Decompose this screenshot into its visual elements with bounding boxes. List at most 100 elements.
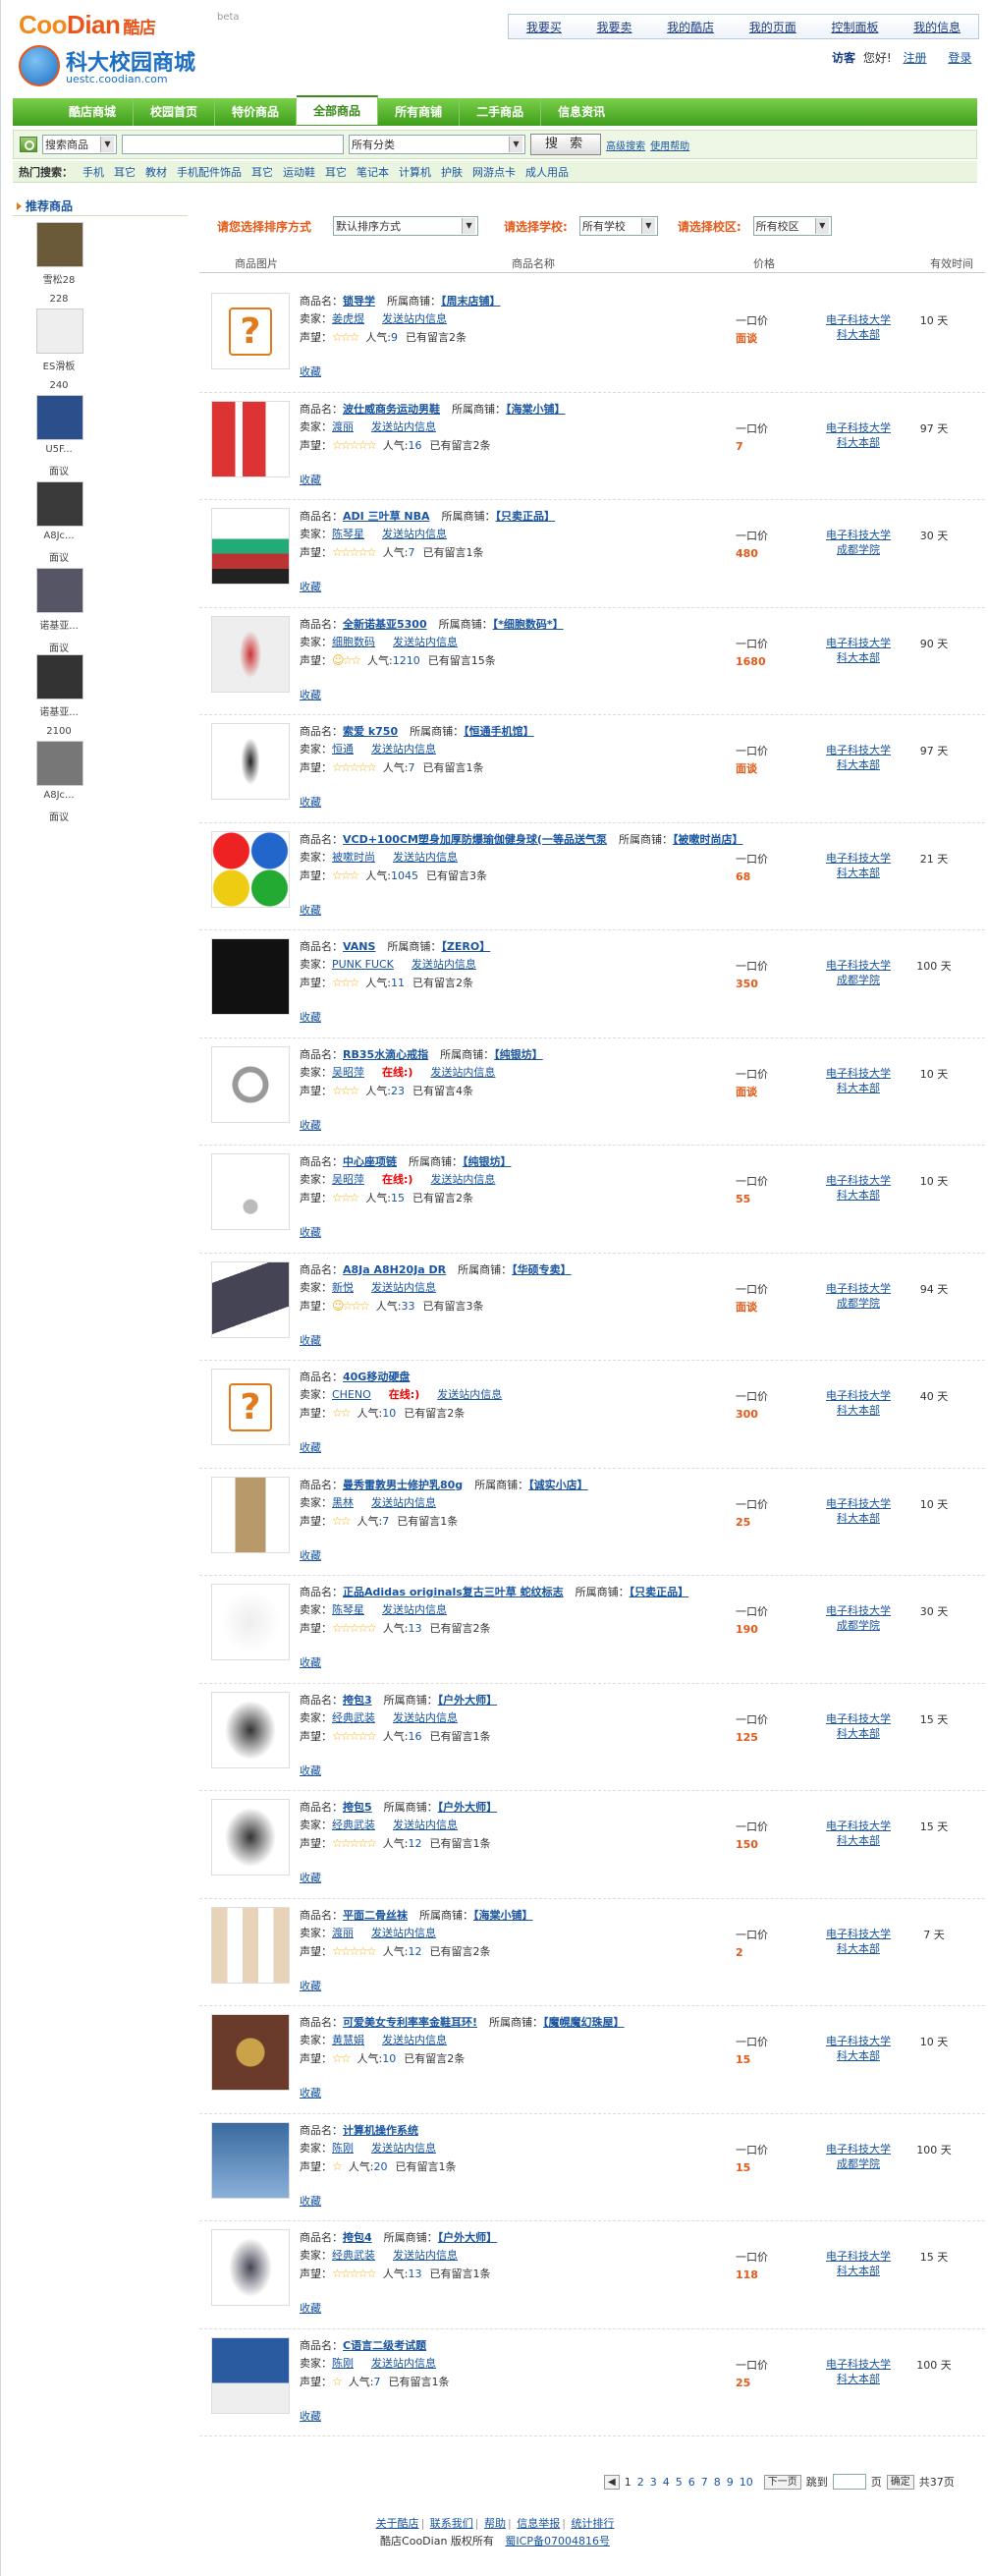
seller-link[interactable]: 黑林: [332, 1496, 354, 1509]
shop-link[interactable]: 【周末店铺】: [441, 295, 501, 308]
campus-link[interactable]: 科大本部: [837, 758, 880, 771]
shop-link[interactable]: 【户外大师】: [438, 1694, 498, 1707]
favorite-link[interactable]: 收藏: [300, 687, 321, 702]
page-input[interactable]: [832, 2474, 866, 2490]
topnav-mystore[interactable]: 我的酷店: [667, 19, 714, 35]
topnav-sell[interactable]: 我要卖: [596, 19, 631, 35]
product-image[interactable]: [211, 1906, 290, 1984]
seller-link[interactable]: 经典武装: [332, 1711, 375, 1724]
seller-link[interactable]: 陈琴星: [332, 1603, 364, 1616]
hot-item[interactable]: 运动鞋: [283, 164, 315, 180]
product-image[interactable]: [211, 1799, 290, 1876]
favorite-link[interactable]: 收藏: [300, 1763, 321, 1778]
page-link[interactable]: 8: [714, 2476, 721, 2489]
product-image[interactable]: [211, 1045, 290, 1123]
product-name-link[interactable]: 正品Adidas originals复古三叶草 蛇纹标志: [343, 1586, 564, 1598]
product-name-link[interactable]: 锁导学: [343, 295, 375, 308]
seller-link[interactable]: PUNK FUCK: [332, 958, 394, 971]
send-message-link[interactable]: 发送站内信息: [371, 1927, 436, 1939]
campus-link[interactable]: 成都学院: [837, 1297, 880, 1310]
favorite-link[interactable]: 收藏: [300, 1224, 321, 1240]
footer-report[interactable]: 信息举报: [517, 2517, 560, 2530]
favorite-link[interactable]: 收藏: [300, 2408, 321, 2424]
sidebar-product[interactable]: U5F... 面议: [21, 395, 107, 481]
school-link[interactable]: 电子科技大学: [826, 1389, 891, 1402]
seller-link[interactable]: 新悦: [332, 1281, 354, 1294]
product-thumbnail[interactable]: [36, 654, 83, 700]
product-name-link[interactable]: 挎包4: [343, 2231, 372, 2244]
product-image[interactable]: [211, 2014, 290, 2091]
send-message-link[interactable]: 发送站内信息: [430, 1066, 495, 1079]
send-message-link[interactable]: 发送站内信息: [382, 1603, 447, 1616]
campus-link[interactable]: 成都学院: [837, 974, 880, 986]
footer-about[interactable]: 关于酷店: [376, 2517, 419, 2530]
school-link[interactable]: 电子科技大学: [826, 1928, 891, 1940]
hot-item[interactable]: 耳它: [114, 164, 136, 180]
school-link[interactable]: 电子科技大学: [826, 1282, 891, 1295]
product-image[interactable]: [211, 508, 290, 585]
product-thumbnail[interactable]: [36, 741, 83, 786]
product-image[interactable]: [211, 830, 290, 908]
shop-link[interactable]: 【诚实小店】: [528, 1479, 588, 1491]
category-select[interactable]: 所有分类 ▼: [349, 135, 525, 154]
footer-contact[interactable]: 联系我们: [430, 2517, 473, 2530]
favorite-link[interactable]: 收藏: [300, 1547, 321, 1563]
search-button[interactable]: 搜 索: [530, 134, 602, 155]
product-name-link[interactable]: A8Ja A8H20Ja DR: [343, 1263, 446, 1276]
school-link[interactable]: 电子科技大学: [826, 421, 891, 434]
shop-link[interactable]: 【纯银坊】: [463, 1155, 512, 1168]
search-input[interactable]: [122, 135, 344, 154]
product-image[interactable]: [211, 723, 290, 800]
seller-link[interactable]: 吴昭萍: [332, 1066, 364, 1079]
campus-link[interactable]: 科大本部: [837, 1082, 880, 1094]
send-message-link[interactable]: 发送站内信息: [371, 420, 436, 433]
hot-item[interactable]: 成人用品: [525, 164, 569, 180]
send-message-link[interactable]: 发送站内信息: [371, 743, 436, 756]
advanced-search-link[interactable]: 高级搜索: [606, 138, 645, 152]
help-link[interactable]: 使用帮助: [650, 138, 689, 152]
product-image[interactable]: [211, 2336, 290, 2414]
shop-link[interactable]: 【只卖正品】: [630, 1586, 689, 1598]
seller-link[interactable]: 陈琴星: [332, 528, 364, 540]
nav-second-hand[interactable]: 二手商品: [460, 98, 542, 126]
page-link[interactable]: 10: [740, 2476, 753, 2489]
sidebar-product[interactable]: A8Jc... 面议: [21, 481, 107, 568]
send-message-link[interactable]: 发送站内信息: [393, 1711, 458, 1724]
seller-link[interactable]: 经典武装: [332, 2249, 375, 2262]
send-message-link[interactable]: 发送站内信息: [393, 636, 458, 648]
topnav-control[interactable]: 控制面板: [831, 19, 878, 35]
school-link[interactable]: 电子科技大学: [826, 2358, 891, 2371]
school-link[interactable]: 电子科技大学: [826, 1497, 891, 1510]
hot-item[interactable]: 教材: [145, 164, 167, 180]
footer-ranking[interactable]: 统计排行: [571, 2517, 614, 2530]
shop-link[interactable]: 【纯银坊】: [494, 1048, 543, 1061]
seller-link[interactable]: 吴昭萍: [332, 1173, 364, 1186]
page-link[interactable]: 6: [688, 2476, 695, 2489]
sort-select[interactable]: 默认排序方式 ▼: [333, 216, 479, 236]
sidebar-product[interactable]: ES滑板 240: [21, 308, 107, 395]
first-page-icon[interactable]: ◀: [604, 2474, 620, 2490]
shop-link[interactable]: 【被嗽时尚店】: [673, 833, 743, 846]
hot-item[interactable]: 计算机: [399, 164, 431, 180]
campus-link[interactable]: 科大本部: [837, 1942, 880, 1955]
school-link[interactable]: 电子科技大学: [826, 637, 891, 649]
nav-all-products[interactable]: 全部商品: [297, 95, 379, 125]
school-link[interactable]: 电子科技大学: [826, 852, 891, 865]
school-link[interactable]: 电子科技大学: [826, 2250, 891, 2263]
shop-link[interactable]: 【户外大师】: [438, 2231, 498, 2244]
school-link[interactable]: 电子科技大学: [826, 1604, 891, 1617]
campus-link[interactable]: 科大本部: [837, 651, 880, 664]
footer-help[interactable]: 帮助: [484, 2517, 506, 2530]
product-name-link[interactable]: VANS: [343, 940, 375, 953]
page-link[interactable]: 2: [637, 2476, 644, 2489]
favorite-link[interactable]: 收藏: [300, 1654, 321, 1670]
hot-item[interactable]: 护肤: [441, 164, 463, 180]
favorite-link[interactable]: 收藏: [300, 1439, 321, 1455]
page-link[interactable]: 9: [727, 2476, 734, 2489]
seller-link[interactable]: 姜虎煜: [332, 312, 364, 325]
page-link[interactable]: 1: [625, 2476, 631, 2489]
send-message-link[interactable]: 发送站内信息: [382, 2034, 447, 2046]
hot-item[interactable]: 耳它: [325, 164, 347, 180]
favorite-link[interactable]: 收藏: [300, 1009, 321, 1025]
nav-all-shops[interactable]: 所有商铺: [378, 98, 461, 126]
